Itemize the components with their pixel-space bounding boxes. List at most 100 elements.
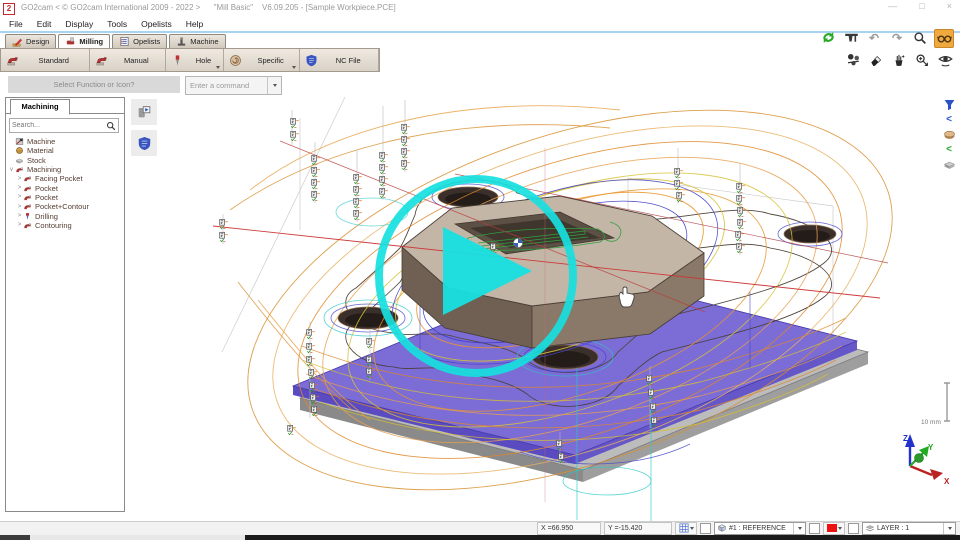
- plane-value: #1 : REFERENCE: [727, 525, 793, 532]
- view-rotate-button[interactable]: [936, 51, 954, 68]
- plane-cube-icon: [717, 523, 727, 533]
- timeline-strip-right[interactable]: [245, 535, 960, 540]
- operation-marker[interactable]: [312, 167, 320, 176]
- operation-marker[interactable]: [738, 219, 746, 228]
- show-part-button[interactable]: [943, 128, 956, 141]
- operation-marker[interactable]: [402, 136, 410, 145]
- chevron-down-icon[interactable]: [943, 523, 955, 534]
- grid-toggle-button[interactable]: [675, 522, 697, 535]
- operation-marker[interactable]: [312, 191, 320, 200]
- plane-checkbox[interactable]: [700, 523, 711, 534]
- command-combobox[interactable]: Enter a command: [185, 76, 282, 95]
- zoom-button[interactable]: [911, 29, 929, 46]
- search-input[interactable]: [10, 122, 106, 129]
- shield-blue-icon: [305, 54, 318, 67]
- zoom-extents-button[interactable]: [913, 51, 931, 68]
- tree-item-machining[interactable]: v Machining: [8, 165, 122, 174]
- menu-file[interactable]: File: [2, 17, 30, 31]
- minimize-button[interactable]: —: [888, 1, 897, 11]
- tree-expander-icon[interactable]: >: [16, 176, 23, 182]
- tab-machining[interactable]: Machining: [10, 99, 70, 115]
- operation-marker[interactable]: [380, 188, 388, 197]
- ribbon-button-specific[interactable]: Specific: [224, 49, 301, 71]
- tree-item-pocket[interactable]: >Pocket: [8, 193, 122, 202]
- operation-marker[interactable]: [402, 124, 410, 133]
- close-button[interactable]: ×: [947, 1, 952, 11]
- operation-marker[interactable]: [354, 210, 362, 219]
- menu-tools[interactable]: Tools: [100, 17, 134, 31]
- chevron-down-icon[interactable]: [292, 66, 296, 69]
- ribbon-button-nc-file[interactable]: NC File: [300, 49, 379, 71]
- plane-selector[interactable]: #1 : REFERENCE: [714, 522, 806, 535]
- measure-button[interactable]: [842, 29, 860, 46]
- ribbon-button-standard[interactable]: Standard: [1, 49, 90, 71]
- operation-marker[interactable]: [380, 152, 388, 161]
- operation-marker[interactable]: [402, 148, 410, 157]
- tree-item-material[interactable]: Material: [8, 146, 122, 155]
- operation-marker[interactable]: [312, 179, 320, 188]
- view-glasses-button[interactable]: [934, 29, 954, 48]
- simulation-button[interactable]: [131, 99, 157, 125]
- search-box[interactable]: [9, 118, 119, 133]
- layer-selector[interactable]: LAYER : 1: [862, 522, 956, 535]
- operation-marker[interactable]: [220, 232, 228, 241]
- filter-button[interactable]: [943, 98, 956, 111]
- y-coordinate: Y =-15.420: [604, 522, 672, 535]
- operation-marker[interactable]: [354, 186, 362, 195]
- tree-item-label: Machining: [27, 165, 61, 174]
- tab-machine[interactable]: Machine: [169, 34, 225, 48]
- menu-help[interactable]: Help: [179, 17, 210, 31]
- tree-item-machine[interactable]: Machine: [8, 137, 122, 146]
- tree-item-label: Machine: [27, 137, 55, 146]
- grid-icon: [679, 523, 689, 533]
- tree-expander-icon[interactable]: >: [16, 194, 23, 200]
- op-icon: [23, 174, 32, 183]
- cleanup-button[interactable]: [890, 51, 908, 68]
- tree-expander-icon[interactable]: >: [16, 222, 23, 228]
- chevron-down-icon[interactable]: [216, 66, 220, 69]
- maximize-button[interactable]: □: [919, 1, 924, 11]
- operation-marker[interactable]: [307, 329, 315, 338]
- color-swatch-button[interactable]: [823, 522, 845, 535]
- chevron-down-icon[interactable]: [793, 523, 805, 534]
- tree-item-stock[interactable]: Stock: [8, 156, 122, 165]
- regenerate-button[interactable]: [819, 29, 837, 46]
- tree-item-pocket[interactable]: >Pocket: [8, 183, 122, 192]
- operation-marker[interactable]: [737, 195, 745, 204]
- tab-design[interactable]: Design: [5, 34, 56, 48]
- operation-marker[interactable]: [380, 164, 388, 173]
- nc-shield-button[interactable]: [131, 130, 157, 156]
- tree-expander-icon[interactable]: >: [16, 213, 23, 219]
- collapse-part-button[interactable]: <: [946, 113, 952, 126]
- operation-marker[interactable]: [402, 160, 410, 169]
- show-stock-button[interactable]: [943, 158, 956, 171]
- layer-checkbox[interactable]: [848, 523, 859, 534]
- operation-marker[interactable]: [354, 174, 362, 183]
- operation-marker[interactable]: [737, 183, 745, 192]
- tree-expander-icon[interactable]: v: [8, 167, 15, 173]
- menu-edit[interactable]: Edit: [30, 17, 59, 31]
- tree-expander-icon[interactable]: >: [16, 185, 23, 191]
- operation-marker[interactable]: [354, 198, 362, 207]
- operation-marker[interactable]: [737, 243, 745, 252]
- chevron-down-icon[interactable]: [267, 77, 281, 94]
- tree-item-pocket-contour[interactable]: >Pocket+Contour: [8, 202, 122, 211]
- menu-opelists[interactable]: Opelists: [134, 17, 179, 31]
- color-checkbox[interactable]: [809, 523, 820, 534]
- tree-item-contouring[interactable]: >Contouring: [8, 221, 122, 230]
- tree-expander-icon[interactable]: >: [16, 204, 23, 210]
- tree-item-facing-pocket[interactable]: >Facing Pocket: [8, 174, 122, 183]
- tab-opelists[interactable]: Opelists: [112, 34, 167, 48]
- operation-marker[interactable]: [307, 343, 315, 352]
- ribbon-button-hole[interactable]: Hole: [166, 49, 224, 71]
- collapse-stock-button[interactable]: <: [946, 143, 952, 156]
- undo-button[interactable]: ↶: [865, 29, 883, 46]
- tab-milling[interactable]: Milling: [58, 34, 110, 48]
- redo-button[interactable]: ↷: [888, 29, 906, 46]
- tree-item-drilling[interactable]: >Drilling: [8, 211, 122, 220]
- machining-tools-button[interactable]: [844, 51, 862, 68]
- eraser-button[interactable]: [867, 51, 885, 68]
- menu-display[interactable]: Display: [58, 17, 100, 31]
- ribbon-button-manual[interactable]: Manual: [90, 49, 167, 71]
- stock-icon: [15, 156, 24, 165]
